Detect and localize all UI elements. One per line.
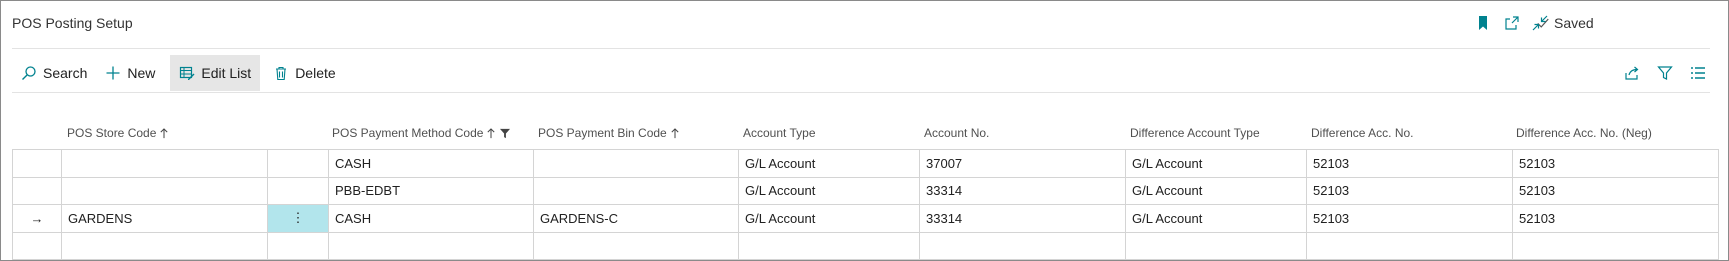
column-header-difference-acc-no[interactable]: Difference Acc. No.: [1311, 126, 1414, 140]
cell-difference-account-type[interactable]: [1125, 231, 1307, 260]
action-bar: Search New Edit List Delete: [12, 55, 345, 91]
edit-list-label: Edit List: [201, 65, 252, 81]
cell-pos-payment-method-code[interactable]: PBB-EDBT: [328, 176, 534, 205]
sort-ascending-icon: [160, 127, 168, 138]
filter-applied-icon: [500, 128, 511, 138]
collapse-icon[interactable]: [1531, 14, 1549, 32]
cell-account-no[interactable]: 37007: [919, 149, 1126, 178]
cell-difference-account-type[interactable]: G/L Account: [1125, 176, 1307, 205]
cell-account-no[interactable]: [919, 231, 1126, 260]
row-actions-menu-button[interactable]: ⋮: [267, 204, 329, 233]
cell-difference-acc-no-neg[interactable]: 52103: [1512, 176, 1719, 205]
column-header-pos-payment-bin-code[interactable]: POS Payment Bin Code: [538, 126, 680, 140]
cell-difference-acc-no[interactable]: 52103: [1306, 149, 1513, 178]
delete-label: Delete: [295, 65, 336, 81]
edit-list-icon: [180, 66, 195, 80]
cell-pos-payment-method-code[interactable]: CASH: [328, 149, 534, 178]
row-indicator[interactable]: →: [12, 204, 62, 233]
column-header-label: Difference Acc. No. (Neg): [1516, 126, 1652, 140]
cell-row-menu[interactable]: [267, 231, 329, 260]
row-indicator[interactable]: [12, 231, 62, 260]
cell-difference-account-type[interactable]: G/L Account: [1125, 149, 1307, 178]
cell-pos-payment-bin-code[interactable]: [533, 176, 739, 205]
cell-difference-acc-no[interactable]: 52103: [1306, 204, 1513, 233]
delete-button[interactable]: Delete: [264, 55, 344, 91]
column-header-label: POS Payment Method Code: [332, 126, 484, 140]
trash-icon: [276, 66, 287, 81]
column-header-label: Account Type: [743, 126, 816, 140]
list-view-icon[interactable]: [1689, 64, 1707, 82]
cell-row-menu[interactable]: [267, 176, 329, 205]
search-icon: [22, 66, 36, 80]
column-header-label: Account No.: [924, 126, 990, 140]
bookmark-icon[interactable]: [1474, 14, 1492, 32]
cell-difference-acc-no[interactable]: [1306, 231, 1513, 260]
cell-account-type[interactable]: G/L Account: [738, 204, 920, 233]
cell-difference-acc-no-neg[interactable]: 52103: [1512, 149, 1719, 178]
cell-pos-store-code[interactable]: [61, 231, 268, 260]
column-header-difference-account-type[interactable]: Difference Account Type: [1130, 126, 1260, 140]
column-header-pos-payment-method-code[interactable]: POS Payment Method Code: [332, 126, 511, 140]
table-row[interactable]: CASH G/L Account 37007 G/L Account 52103…: [12, 149, 1719, 178]
row-indicator[interactable]: [12, 149, 62, 178]
cell-difference-acc-no[interactable]: 52103: [1306, 176, 1513, 205]
sort-ascending-icon: [487, 127, 495, 138]
cell-difference-acc-no-neg[interactable]: 52103: [1512, 204, 1719, 233]
edit-list-button[interactable]: Edit List: [170, 55, 261, 91]
header-divider: [12, 48, 1710, 49]
column-header-account-no[interactable]: Account No.: [924, 126, 989, 140]
plus-icon: [106, 66, 120, 80]
cell-account-type[interactable]: G/L Account: [738, 176, 920, 205]
cell-account-no[interactable]: 33314: [919, 204, 1126, 233]
row-indicator[interactable]: [12, 176, 62, 205]
new-button[interactable]: New: [96, 55, 164, 91]
share-icon[interactable]: [1623, 64, 1641, 82]
table-row-selected[interactable]: → GARDENS ⋮ CASH GARDENS-C G/L Account 3…: [12, 204, 1719, 233]
cell-account-type[interactable]: G/L Account: [738, 149, 920, 178]
cell-pos-payment-method-code[interactable]: [328, 231, 534, 260]
column-header-label: POS Payment Bin Code: [538, 126, 667, 140]
cell-difference-acc-no-neg[interactable]: [1512, 231, 1719, 260]
cell-pos-payment-method-code[interactable]: CASH: [328, 204, 534, 233]
cell-account-type[interactable]: [738, 231, 920, 260]
posting-setup-table: CASH G/L Account 37007 G/L Account 52103…: [12, 149, 1719, 260]
cell-row-menu[interactable]: [267, 149, 329, 178]
column-header-account-type[interactable]: Account Type: [743, 126, 816, 140]
column-header-label: Difference Acc. No.: [1311, 126, 1414, 140]
table-row[interactable]: PBB-EDBT G/L Account 33314 G/L Account 5…: [12, 176, 1719, 205]
page-frame: POS Posting Setup Saved Search New Edit …: [0, 0, 1729, 261]
new-label: New: [127, 65, 156, 81]
column-header-difference-acc-no-neg[interactable]: Difference Acc. No. (Neg): [1516, 126, 1652, 140]
cell-pos-store-code[interactable]: GARDENS: [61, 204, 268, 233]
cell-difference-account-type[interactable]: G/L Account: [1125, 204, 1307, 233]
cell-pos-store-code[interactable]: [61, 176, 268, 205]
actionbar-divider: [12, 92, 1710, 93]
filter-icon[interactable]: [1656, 64, 1674, 82]
page-title: POS Posting Setup: [12, 15, 133, 31]
cell-pos-store-code[interactable]: [61, 149, 268, 178]
cell-pos-payment-bin-code[interactable]: [533, 231, 739, 260]
saved-label: Saved: [1554, 15, 1594, 31]
column-header-label: POS Store Code: [67, 126, 157, 140]
cell-account-no[interactable]: 33314: [919, 176, 1126, 205]
open-new-window-icon[interactable]: [1503, 14, 1521, 32]
column-header-label: Difference Account Type: [1130, 126, 1260, 140]
cell-pos-payment-bin-code[interactable]: GARDENS-C: [533, 204, 739, 233]
search-button[interactable]: Search: [12, 55, 96, 91]
table-row-new[interactable]: [12, 231, 1719, 260]
cell-pos-payment-bin-code[interactable]: [533, 149, 739, 178]
column-header-pos-store-code[interactable]: POS Store Code: [67, 126, 169, 140]
search-label: Search: [43, 65, 88, 81]
sort-ascending-icon: [671, 127, 679, 138]
